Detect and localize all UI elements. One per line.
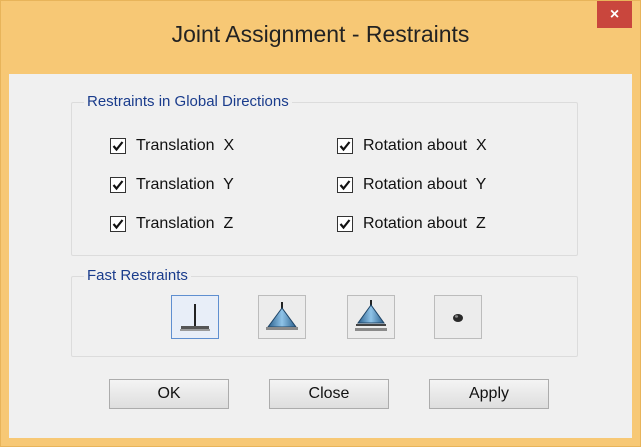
rotation-y-label: Rotation about Y	[363, 176, 487, 193]
window-title: Joint Assignment - Restraints	[171, 21, 470, 47]
translation-z-label: Translation Z	[136, 215, 234, 232]
checkmark-icon	[339, 219, 351, 230]
translation-z-checkbox[interactable]: Translation Z	[110, 214, 233, 234]
translation-x-checkbox[interactable]: Translation X	[110, 136, 234, 156]
translation-x-label: Translation X	[136, 137, 235, 154]
apply-button[interactable]: Apply	[429, 379, 549, 409]
restraints-group-label: Restraints in Global Directions	[84, 93, 292, 111]
free-joint-button[interactable]	[434, 295, 482, 339]
fast-restraints-group-label: Fast Restraints	[84, 267, 191, 285]
roller-support-button[interactable]	[347, 295, 395, 339]
title-bar[interactable]: Joint Assignment - Restraints ×	[1, 1, 640, 74]
checkbox-box[interactable]	[110, 138, 126, 154]
ok-button[interactable]: OK	[109, 379, 229, 409]
translation-y-checkbox[interactable]: Translation Y	[110, 175, 234, 195]
restraints-groupbox: Restraints in Global Directions Translat…	[71, 93, 578, 256]
checkmark-icon	[339, 180, 351, 191]
roller-support-icon	[355, 300, 387, 331]
fixed-support-button[interactable]	[171, 295, 219, 339]
checkmark-icon	[112, 219, 124, 230]
close-window-button[interactable]: ×	[597, 1, 632, 28]
checkmark-icon	[112, 141, 124, 152]
checkbox-box[interactable]	[337, 177, 353, 193]
free-joint-icon	[453, 314, 463, 322]
pinned-support-button[interactable]	[258, 295, 306, 339]
fixed-support-icon	[180, 304, 210, 331]
rotation-x-label: Rotation about X	[363, 137, 487, 154]
fast-restraints-groupbox: Fast Restraints	[71, 267, 578, 357]
checkmark-icon	[339, 141, 351, 152]
rotation-y-checkbox[interactable]: Rotation about Y	[337, 175, 486, 195]
dialog-window: Joint Assignment - Restraints × Restrain…	[0, 0, 641, 447]
checkbox-box[interactable]	[337, 138, 353, 154]
translation-y-label: Translation Y	[136, 176, 234, 193]
dialog-body: Restraints in Global Directions Translat…	[9, 74, 632, 438]
checkbox-box[interactable]	[337, 216, 353, 232]
checkbox-box[interactable]	[110, 177, 126, 193]
checkbox-box[interactable]	[110, 216, 126, 232]
rotation-z-checkbox[interactable]: Rotation about Z	[337, 214, 486, 234]
close-button[interactable]: Close	[269, 379, 389, 409]
pinned-support-icon	[266, 302, 298, 330]
checkmark-icon	[112, 180, 124, 191]
rotation-x-checkbox[interactable]: Rotation about X	[337, 136, 487, 156]
rotation-z-label: Rotation about Z	[363, 215, 486, 232]
